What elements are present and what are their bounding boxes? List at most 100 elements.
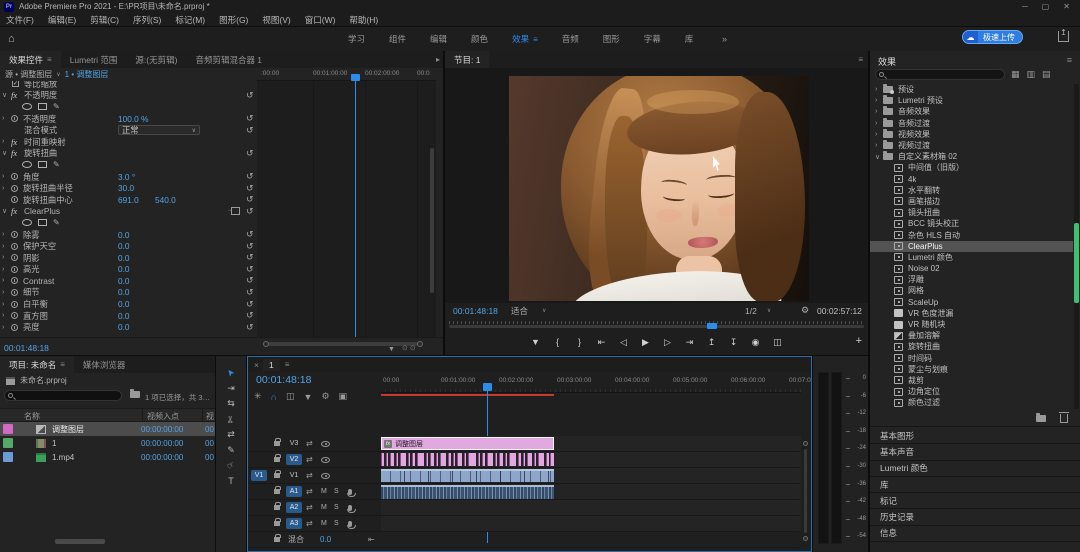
label-color-chip[interactable]	[3, 452, 13, 462]
stopwatch-icon[interactable]	[11, 289, 18, 296]
reset-icon[interactable]: ↺	[246, 194, 254, 205]
effects-tree-item[interactable]: 裁剪	[870, 375, 1073, 386]
reset-icon[interactable]: ↺	[246, 264, 254, 275]
pink-clip-segment[interactable]	[417, 453, 424, 466]
caption-options-icon[interactable]: ▣	[339, 391, 348, 402]
lock-icon[interactable]	[274, 537, 280, 542]
column-partial[interactable]: 视	[206, 411, 214, 422]
workspace-tab[interactable]: 编辑 ≡	[430, 33, 447, 45]
twirl-icon[interactable]: ∨	[2, 149, 11, 157]
pink-clip-segment[interactable]	[386, 453, 388, 466]
pink-clip-segment[interactable]	[412, 453, 415, 466]
reset-icon[interactable]: ↺	[246, 125, 254, 136]
effects-tree-item[interactable]: 叠加溶解	[870, 330, 1073, 341]
track-header[interactable]: A3 ⇄ M S	[248, 516, 381, 531]
twirl-icon[interactable]: ›	[875, 142, 883, 149]
project-breadcrumb[interactable]: 未命名.prproj	[0, 373, 215, 388]
mark-out-button[interactable]: }	[573, 337, 586, 347]
effects-tree-item[interactable]: ∨ 自定义素材箱 02	[870, 151, 1073, 162]
snap-toggle[interactable]: ∩	[271, 392, 277, 402]
add-marker-button[interactable]: ▼	[304, 392, 313, 402]
panel-tab[interactable]: 媒体浏览器 ≡	[74, 356, 135, 373]
reset-icon[interactable]: ↺	[246, 252, 254, 263]
hand-tool[interactable]: ☞	[223, 461, 239, 470]
track-name-badge[interactable]: A3	[286, 518, 302, 529]
effects-tree-item[interactable]: Lumetri 颜色	[870, 252, 1073, 263]
effect-property-row[interactable]: › ✓ fx 保护天空 ✎ 0.0 ∨ ↺	[0, 240, 256, 252]
property-value[interactable]: 30.0	[118, 183, 134, 193]
stacked-panel-tab[interactable]: Lumetri 颜色	[870, 461, 1080, 477]
track-content[interactable]	[381, 500, 801, 515]
keyframe-playhead-handle[interactable]	[351, 74, 360, 81]
pink-clip-segment[interactable]	[400, 453, 406, 466]
fx-badge-icon[interactable]: fx	[11, 206, 24, 216]
lock-icon[interactable]	[274, 457, 280, 462]
menu-item[interactable]: 窗口(W)	[305, 14, 336, 26]
panel-tab[interactable]: 项目: 未命名 ≡	[0, 356, 74, 373]
stopwatch-icon[interactable]	[11, 196, 18, 203]
pink-clip-segment[interactable]	[478, 453, 480, 466]
menu-item[interactable]: 编辑(E)	[48, 14, 76, 26]
twirl-icon[interactable]: ›	[875, 86, 883, 93]
twirl-icon[interactable]: ∨	[2, 91, 11, 99]
effects-tree-item[interactable]: 中间值（旧版）	[870, 162, 1073, 173]
effects-tree-item[interactable]: 镜头扭曲	[870, 207, 1073, 218]
close-icon[interactable]: ×	[254, 360, 259, 370]
sync-lock-icon[interactable]: ⇄	[306, 503, 313, 512]
pink-clip-segment[interactable]	[381, 453, 384, 466]
reset-icon[interactable]: ↺	[246, 206, 254, 217]
menu-item[interactable]: 帮助(H)	[349, 14, 378, 26]
mute-button[interactable]: M	[321, 520, 327, 527]
effects-tree-item[interactable]: 颜色过滤	[870, 397, 1073, 408]
video-clip[interactable]	[381, 469, 554, 482]
track-header[interactable]: V2 ⇄	[248, 452, 381, 467]
stopwatch-icon[interactable]	[11, 254, 18, 261]
effects-tree-item[interactable]: 蒙尘与划痕	[870, 364, 1073, 375]
program-timecode[interactable]: 00:01:48:18	[453, 306, 498, 316]
effects-tree-item[interactable]: › 视频过渡	[870, 140, 1073, 151]
reset-icon[interactable]: ↺	[246, 229, 254, 240]
workspace-tab[interactable]: 音频 ≡	[562, 33, 579, 45]
mic-icon[interactable]	[348, 521, 352, 527]
reset-icon[interactable]: ↺	[246, 113, 254, 124]
panel-menu-icon[interactable]: ≡	[1067, 55, 1072, 65]
pink-clip-segment[interactable]	[408, 453, 410, 466]
reset-icon[interactable]: ↺	[246, 310, 254, 321]
track-content[interactable]	[381, 516, 801, 531]
track-name-badge[interactable]: V2	[286, 454, 302, 465]
timeline-vertical-scrollbar[interactable]	[803, 441, 808, 541]
track-name-badge[interactable]: A1	[286, 486, 302, 497]
effect-property-row[interactable]: › ✓ fx 阴影 ✎ 0.0 ∨ ↺	[0, 252, 256, 264]
rect-mask-icon[interactable]	[38, 219, 47, 226]
effects-tree-item[interactable]: 边角定位	[870, 386, 1073, 397]
panel-menu-icon[interactable]: ≡	[60, 360, 65, 369]
comparison-view-button[interactable]: ◫	[771, 337, 784, 348]
pink-clip-segment[interactable]	[464, 453, 466, 466]
menu-item[interactable]: 剪辑(C)	[90, 14, 119, 26]
effect-property-row[interactable]: ∨ ✓ fx ClearPlus ✎ ∨ ↺	[0, 206, 256, 218]
effects-tree-item[interactable]: 画笔描边	[870, 196, 1073, 207]
effect-property-row[interactable]: › ✓ fx 直方图 ✎ 0.0 ∨ ↺	[0, 310, 256, 322]
stopwatch-icon[interactable]	[11, 185, 18, 192]
add-marker-button[interactable]: ▼	[529, 337, 542, 347]
step-forward-button[interactable]: ▷	[661, 337, 674, 348]
timeline-settings-wrench[interactable]: ⚙	[321, 391, 329, 402]
effect-property-row[interactable]: ✓ fx 等比缩放 ✎ ∨ ↺	[0, 81, 256, 90]
pink-clip-segment[interactable]	[453, 453, 455, 466]
slip-tool[interactable]: ⇄	[223, 430, 239, 439]
stopwatch-icon[interactable]	[11, 231, 18, 238]
reset-icon[interactable]: ↺	[246, 322, 254, 333]
track-header[interactable]: V3 ⇄	[248, 436, 381, 451]
pink-clip-segment[interactable]	[505, 453, 507, 466]
pink-clip-segment[interactable]	[487, 453, 493, 466]
twirl-icon[interactable]: ›	[875, 97, 883, 104]
stopwatch-icon[interactable]	[11, 173, 18, 180]
linked-selection-toggle[interactable]: ◫	[286, 391, 295, 402]
speed-upload-button[interactable]: ☁ 极速上传	[962, 30, 1023, 44]
menu-item[interactable]: 图形(G)	[219, 14, 248, 26]
twirl-icon[interactable]: ›	[2, 185, 11, 192]
pink-clip-segment[interactable]	[499, 453, 503, 466]
track-content[interactable]	[381, 468, 801, 483]
solo-button[interactable]: S	[334, 520, 339, 527]
step-back-button[interactable]: ◁	[617, 337, 630, 348]
